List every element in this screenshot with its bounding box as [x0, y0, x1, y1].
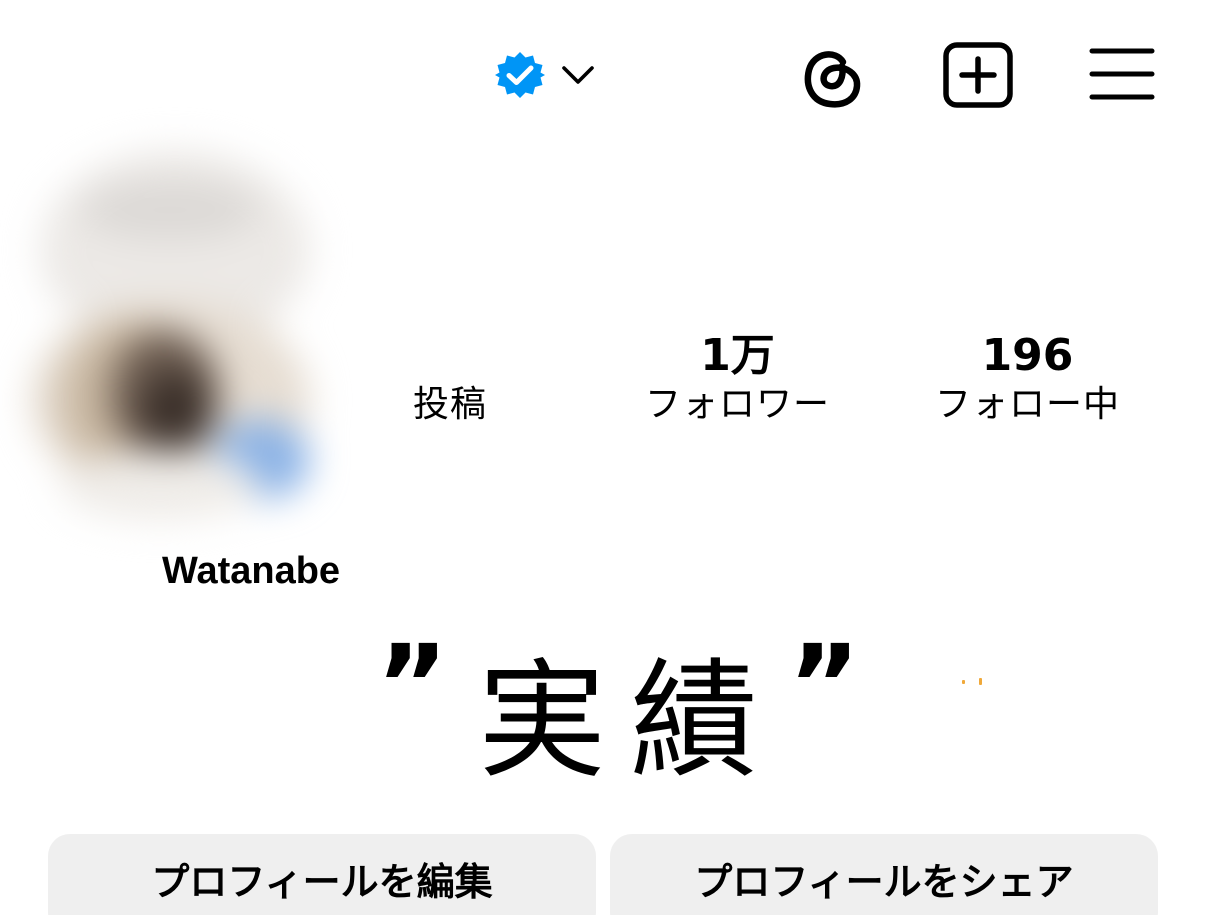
verified-badge-icon: [495, 52, 545, 98]
followers-count: 1万: [700, 330, 775, 381]
stat-posts[interactable]: 投稿: [380, 330, 520, 428]
bio-headline-text: 実績: [477, 647, 782, 796]
following-count: 196: [981, 330, 1074, 381]
avatar[interactable]: [0, 120, 350, 540]
decorative-speck: [979, 678, 982, 685]
posts-label: 投稿: [412, 384, 487, 425]
followers-label: フォロワー: [644, 384, 830, 425]
stat-following[interactable]: 196 フォロー中: [915, 330, 1140, 428]
bio-headline: ” 実績 ”: [370, 621, 861, 796]
menu-icon[interactable]: [1088, 46, 1156, 102]
threads-icon[interactable]: [800, 44, 866, 110]
profile-screen: 投稿 1万 フォロワー 196 フォロー中 Watanabe ” 実績 ” プロ…: [0, 0, 1206, 915]
bio-open-quote: ”: [376, 621, 449, 749]
posts-count: [380, 330, 520, 382]
profile-name: Watanabe: [162, 550, 341, 592]
stat-followers[interactable]: 1万 フォロワー: [625, 330, 850, 428]
edit-profile-button[interactable]: プロフィールを編集: [48, 834, 596, 915]
bio-close-quote: ”: [788, 621, 861, 749]
create-post-icon[interactable]: [942, 42, 1014, 108]
chevron-down-icon[interactable]: [560, 60, 596, 90]
following-label: フォロー中: [934, 384, 1120, 425]
decorative-speck: [962, 680, 965, 684]
share-profile-button[interactable]: プロフィールをシェア: [610, 834, 1158, 915]
